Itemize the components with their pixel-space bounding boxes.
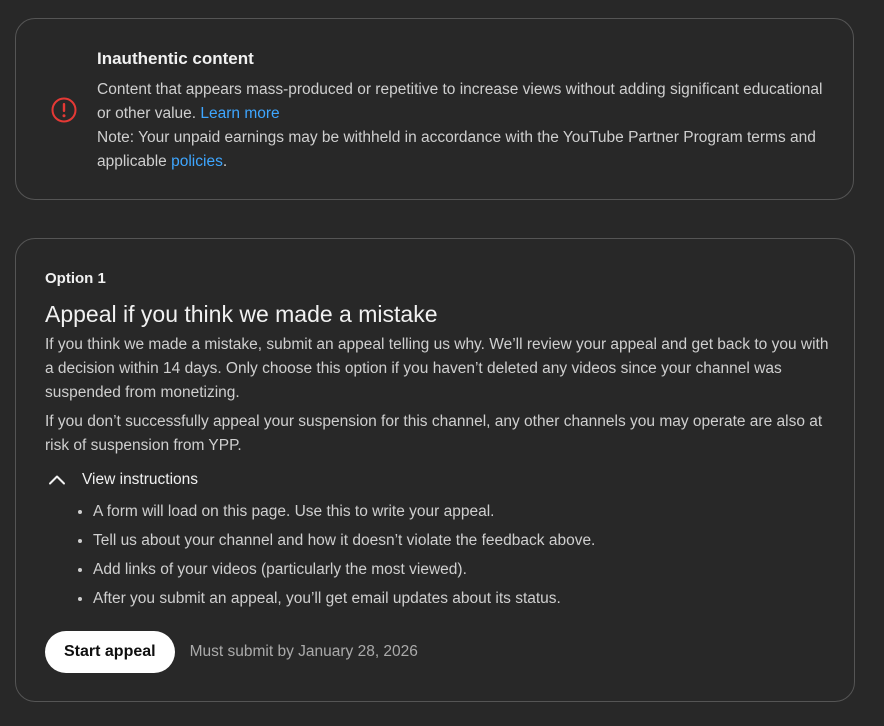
view-instructions-label: View instructions	[82, 471, 199, 488]
violation-note: Note: Your unpaid earnings may be withhe…	[97, 126, 837, 174]
learn-more-link[interactable]: Learn more	[200, 105, 279, 122]
violation-description: Content that appears mass-produced or re…	[97, 78, 837, 126]
policies-link[interactable]: policies	[171, 153, 223, 170]
deadline-text: Must submit by January 28, 2026	[189, 643, 418, 660]
list-item: Tell us about your channel and how it do…	[93, 526, 835, 555]
action-row: Start appeal Must submit by January 28, …	[45, 631, 835, 673]
start-appeal-button[interactable]: Start appeal	[45, 631, 175, 673]
violation-card: Inauthentic content Content that appears…	[15, 18, 854, 200]
violation-body: Inauthentic content Content that appears…	[97, 48, 837, 174]
appeal-option-card: Option 1 Appeal if you think we made a m…	[15, 238, 855, 702]
list-item: After you submit an appeal, you’ll get e…	[93, 584, 835, 613]
option-paragraph: If you don’t successfully appeal your su…	[45, 413, 823, 454]
option-heading: Appeal if you think we made a mistake	[45, 301, 438, 327]
list-item: Add links of your videos (particularly t…	[93, 555, 835, 584]
violation-note-end: .	[222, 153, 228, 170]
alert-circle-icon	[51, 97, 77, 123]
appeal-option-content: Option 1 Appeal if you think we made a m…	[45, 269, 835, 673]
view-instructions-toggle[interactable]: View instructions	[45, 468, 835, 492]
violation-title: Inauthentic content	[97, 49, 254, 68]
option-label: Option 1	[45, 270, 106, 287]
list-item: A form will load on this page. Use this …	[93, 497, 835, 526]
chevron-up-icon	[49, 475, 65, 485]
instructions-list: A form will load on this page. Use this …	[45, 497, 835, 613]
option-paragraph: If you think we made a mistake, submit a…	[45, 336, 829, 401]
